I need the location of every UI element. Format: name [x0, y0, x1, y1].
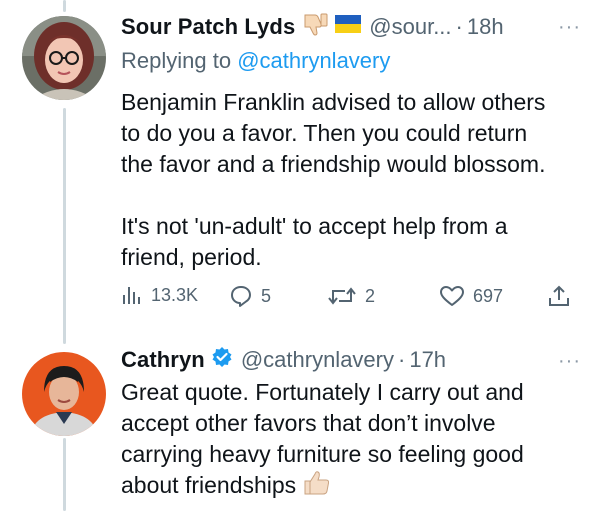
- reply-button[interactable]: 5: [229, 284, 271, 308]
- avatar-photo: [22, 352, 106, 436]
- thread-line-top: [63, 0, 66, 12]
- separator-dot: ·: [398, 346, 406, 372]
- retweets-count: 2: [365, 285, 376, 306]
- tweet-1-header: Sour Patch Lyds @sour... · 18h: [121, 12, 504, 41]
- ukraine-flag-icon: [335, 15, 362, 38]
- speech-bubble-icon: [231, 286, 251, 307]
- tweet-time[interactable]: 17h: [409, 347, 446, 373]
- avatar-photo: [22, 16, 106, 100]
- tweet-1-text: Benjamin Franklin advised to allow other…: [121, 89, 546, 270]
- share-button[interactable]: [547, 284, 571, 308]
- likes-count: 697: [473, 285, 504, 306]
- avatar-cathryn[interactable]: [22, 352, 106, 436]
- replies-count: 5: [261, 285, 272, 306]
- thumbs-up-emoji-icon: [303, 470, 331, 504]
- retweet-button[interactable]: 2: [327, 284, 375, 308]
- replying-to: Replying to @cathrynlavery: [121, 48, 390, 74]
- author-name[interactable]: Cathryn: [121, 347, 205, 373]
- more-dots-icon[interactable]: ···: [558, 16, 581, 39]
- share-upload-icon: [549, 285, 569, 306]
- separator-dot: ·: [455, 13, 463, 39]
- bar-chart-icon: [123, 287, 140, 304]
- replying-to-mention[interactable]: @cathrynlavery: [237, 48, 390, 73]
- author-name[interactable]: Sour Patch Lyds: [121, 14, 295, 40]
- verified-badge-icon: [211, 346, 233, 373]
- tweet-time[interactable]: 18h: [467, 14, 504, 40]
- like-button[interactable]: 697: [439, 284, 503, 308]
- heart-icon: [440, 286, 464, 306]
- tweet-2-text: Great quote. Fortunately I carry out and…: [121, 377, 591, 504]
- retweet-icon: [328, 287, 356, 305]
- more-dots-icon[interactable]: ···: [558, 350, 581, 373]
- thread-line-bottom: [63, 438, 66, 511]
- tweet-1-actions: 13.3K 5 2 697: [121, 284, 579, 316]
- views-button[interactable]: 13.3K: [121, 284, 198, 306]
- thread-line-middle: [63, 108, 66, 344]
- avatar-sour-patch-lyds[interactable]: [22, 16, 106, 100]
- replying-prefix: Replying to: [121, 48, 232, 73]
- author-handle[interactable]: @cathrynlavery: [241, 347, 394, 373]
- thumbs-down-emoji-icon: [303, 12, 329, 41]
- views-count: 13.3K: [151, 284, 199, 305]
- author-handle[interactable]: @sour...: [369, 14, 451, 40]
- tweet-2-header: Cathryn @cathrynlavery · 17h: [121, 346, 446, 373]
